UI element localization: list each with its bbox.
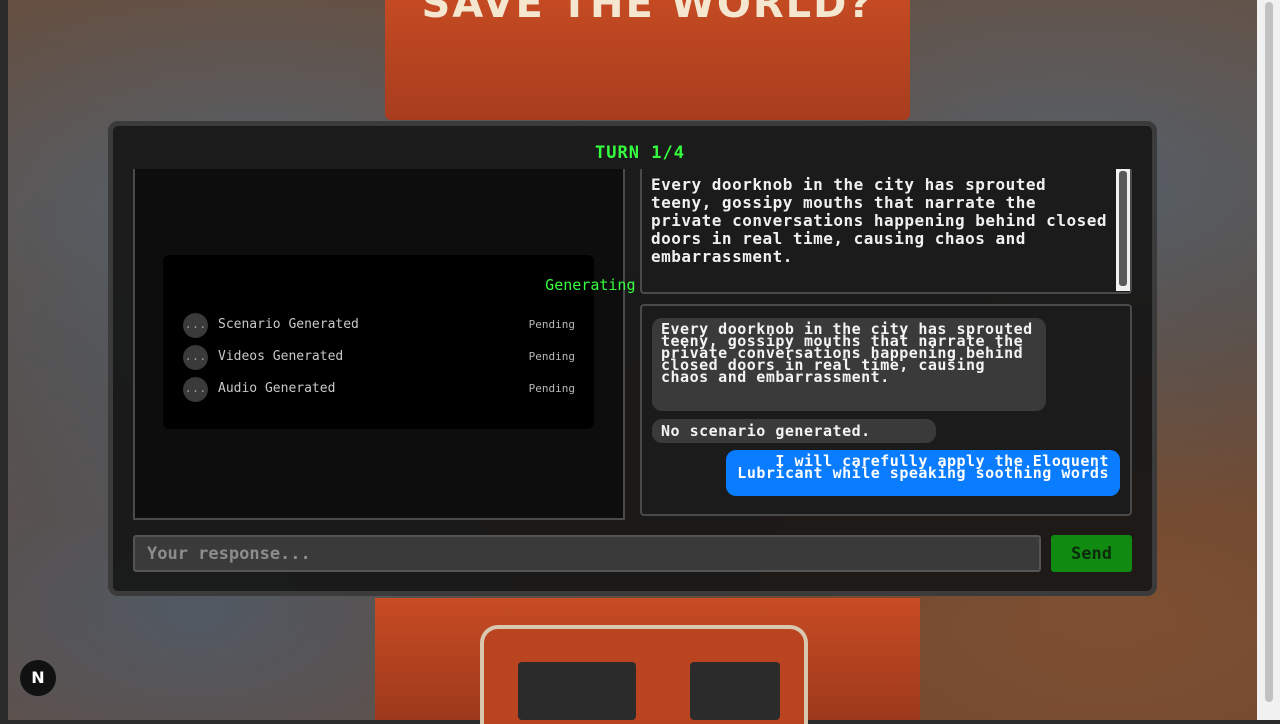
chat-message-system: Every doorknob in the city has sprouted … <box>652 318 1046 411</box>
response-input[interactable] <box>133 535 1041 572</box>
arcade-marquee: SAVE THE WORLD? <box>421 0 874 27</box>
generation-item-label: Videos Generated <box>218 349 344 364</box>
pending-spinner-icon: ... <box>183 313 208 338</box>
arcade-coin-slot <box>690 662 780 720</box>
chat-message-user: I will carefully apply the Eloquent Lubr… <box>726 450 1120 496</box>
pending-spinner-icon: ... <box>183 377 208 402</box>
nextjs-icon[interactable]: N <box>19 659 57 697</box>
send-button[interactable]: Send <box>1051 535 1132 572</box>
generation-item-status: Pending <box>528 382 575 395</box>
generation-item: ... Audio Generated Pending <box>183 377 575 403</box>
generation-item-status: Pending <box>528 350 575 363</box>
generation-item-status: Pending <box>528 318 575 331</box>
generation-item: ... Videos Generated Pending <box>183 345 575 371</box>
scenario-scrollbar-thumb[interactable] <box>1119 171 1127 286</box>
generation-item-label: Scenario Generated <box>218 317 359 332</box>
turn-counter: TURN 1/4 <box>595 143 685 163</box>
pending-spinner-icon: ... <box>183 345 208 370</box>
page-scrollbar[interactable] <box>1257 0 1280 720</box>
arcade-coin-slot <box>518 662 636 720</box>
generation-item: ... Scenario Generated Pending <box>183 313 575 339</box>
scenario-text: Every doorknob in the city has sprouted … <box>651 175 1107 266</box>
chat-message-system: No scenario generated. <box>652 419 936 443</box>
page-scrollbar-thumb[interactable] <box>1265 2 1273 702</box>
generation-item-label: Audio Generated <box>218 381 336 396</box>
